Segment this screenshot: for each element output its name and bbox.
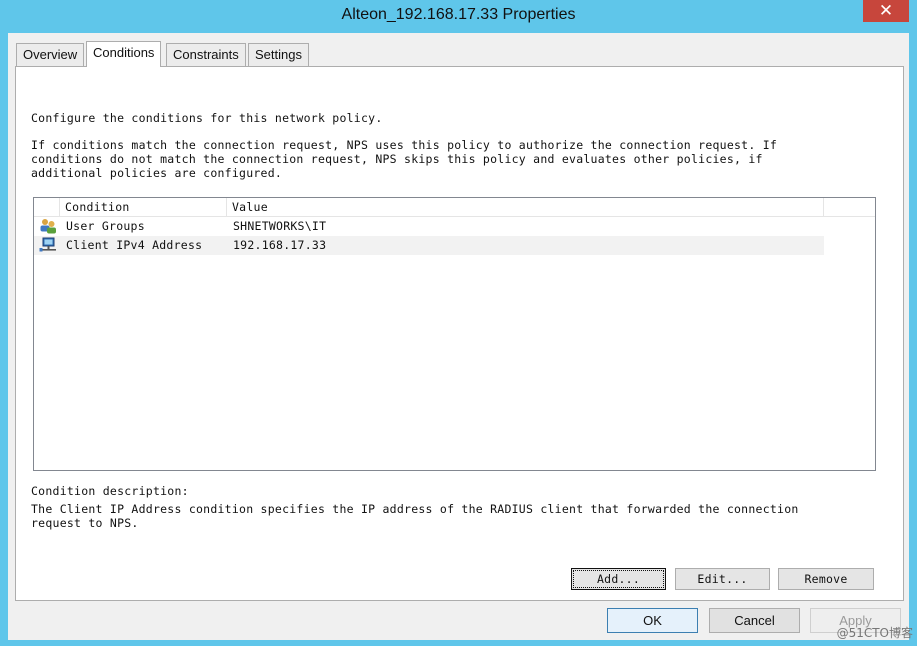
user-groups-icon bbox=[40, 219, 56, 234]
explanation-line-2: conditions do not match the connection r… bbox=[31, 152, 763, 166]
close-icon: ✕ bbox=[878, 1, 894, 21]
tab-constraints[interactable]: Constraints bbox=[166, 43, 246, 66]
add-button-label: Add... bbox=[596, 572, 641, 586]
row-value: SHNETWORKS\IT bbox=[233, 219, 327, 233]
row-condition: User Groups bbox=[66, 219, 145, 233]
close-button[interactable]: ✕ bbox=[863, 0, 909, 22]
window-title: Alteon_192.168.17.33 Properties bbox=[341, 6, 576, 23]
condition-description-line-1: The Client IP Address condition specifie… bbox=[31, 502, 799, 516]
intro-text: Configure the conditions for this networ… bbox=[31, 111, 383, 125]
condition-description-label: Condition description: bbox=[31, 484, 189, 498]
network-computer-icon bbox=[39, 237, 56, 252]
tab-conditions[interactable]: Conditions bbox=[86, 41, 162, 67]
title-bar[interactable]: Alteon_192.168.17.33 Properties ✕ bbox=[0, 0, 917, 33]
column-header-condition[interactable]: Condition bbox=[60, 198, 227, 217]
header-icon-column bbox=[34, 198, 60, 217]
tab-settings[interactable]: Settings bbox=[248, 43, 309, 66]
column-header-value[interactable]: Value bbox=[227, 198, 824, 217]
add-button[interactable]: Add... bbox=[571, 568, 666, 590]
ok-button[interactable]: OK bbox=[607, 608, 698, 633]
row-value: 192.168.17.33 bbox=[233, 238, 327, 252]
watermark: @51CTO博客 bbox=[836, 626, 913, 640]
cancel-button[interactable]: Cancel bbox=[709, 608, 800, 633]
conditions-list[interactable]: Condition Value User Groups SHNETWORKS\I… bbox=[33, 197, 876, 471]
properties-dialog: Overview Conditions Constraints Settings… bbox=[8, 33, 909, 640]
conditions-panel: Configure the conditions for this networ… bbox=[15, 66, 904, 601]
row-condition: Client IPv4 Address bbox=[66, 238, 203, 252]
remove-button-label: Remove bbox=[804, 572, 848, 586]
tab-overview[interactable]: Overview bbox=[16, 43, 85, 66]
edit-button[interactable]: Edit... bbox=[675, 568, 770, 590]
table-row[interactable]: Client IPv4 Address 192.168.17.33 bbox=[34, 236, 824, 255]
condition-description-line-2: request to NPS. bbox=[31, 516, 139, 530]
remove-button[interactable]: Remove bbox=[778, 568, 874, 590]
explanation-line-3: additional policies are configured. bbox=[31, 166, 283, 180]
table-row[interactable]: User Groups SHNETWORKS\IT bbox=[34, 217, 824, 236]
explanation-line-1: If conditions match the connection reque… bbox=[31, 138, 778, 152]
list-header: Condition Value bbox=[34, 198, 875, 217]
edit-button-label: Edit... bbox=[697, 572, 748, 586]
